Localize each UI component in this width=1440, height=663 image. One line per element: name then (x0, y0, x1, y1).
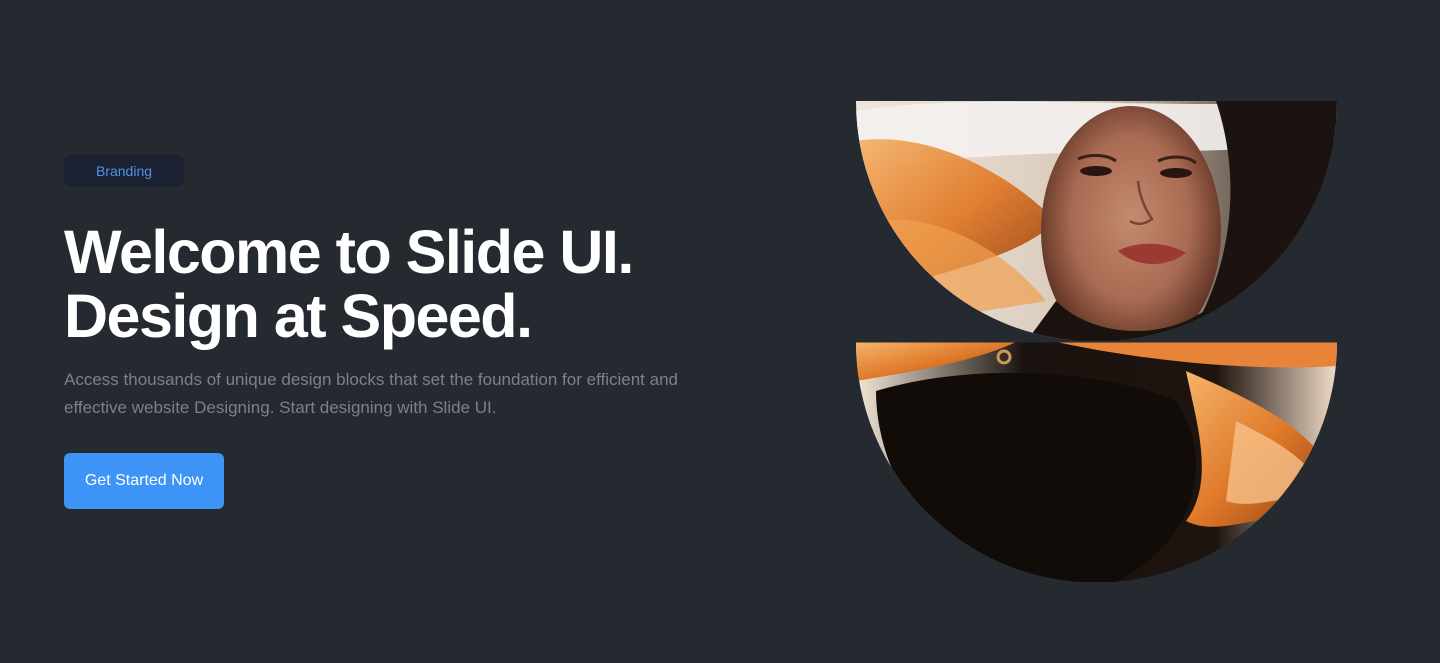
hero-content: Branding Welcome to Slide UI. Design at … (64, 155, 764, 509)
hero-headline: Welcome to Slide UI. Design at Speed. (64, 220, 764, 348)
portrait-top-image (856, 101, 1337, 342)
category-badge: Branding (64, 155, 184, 187)
get-started-button[interactable]: Get Started Now (64, 453, 224, 509)
headline-line-1: Welcome to Slide UI. (64, 218, 634, 286)
portrait-bottom-image (856, 342, 1337, 582)
headline-line-2: Design at Speed. (64, 282, 533, 350)
hero-illustration (856, 101, 1337, 582)
hero-subtext: Access thousands of unique design blocks… (64, 370, 678, 417)
